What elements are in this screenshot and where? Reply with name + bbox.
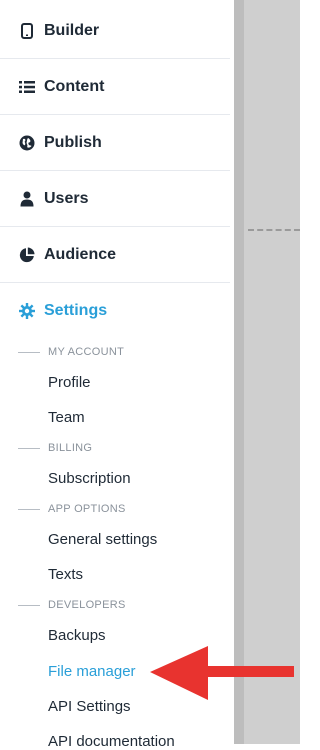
settings-item-file-manager[interactable]: File manager	[48, 663, 136, 680]
nav-item-audience[interactable]: Audience	[0, 227, 230, 283]
nav-item-publish[interactable]: Publish	[0, 115, 230, 171]
section-heading-label: DEVELOPERS	[48, 599, 126, 611]
settings-item-subscription[interactable]: Subscription	[48, 470, 131, 487]
settings-item-profile[interactable]: Profile	[48, 374, 91, 391]
nav-item-label: Publish	[44, 133, 102, 151]
nav-item-label: Users	[44, 189, 89, 207]
gear-icon	[18, 302, 36, 320]
list-icon	[18, 78, 36, 96]
settings-item-general-settings[interactable]: General settings	[48, 531, 157, 548]
section-heading-billing: BILLING	[18, 442, 92, 454]
nav-item-users[interactable]: Users	[0, 171, 230, 227]
divider	[18, 447, 40, 449]
nav-item-content[interactable]: Content	[0, 59, 230, 115]
settings-item-backups[interactable]: Backups	[48, 627, 106, 644]
nav-item-builder[interactable]: Builder	[0, 3, 230, 59]
sidebar: Builder Content Publish Users Audience S…	[0, 0, 234, 750]
nav-item-settings[interactable]: Settings	[0, 283, 230, 339]
settings-item-api-documentation[interactable]: API documentation	[48, 733, 175, 750]
divider	[18, 351, 40, 353]
nav-item-label: Settings	[44, 302, 108, 319]
section-heading-label: BILLING	[48, 442, 93, 454]
section-heading-developers: DEVELOPERS	[18, 599, 126, 611]
settings-item-texts[interactable]: Texts	[48, 566, 83, 583]
tablet-icon	[18, 22, 36, 40]
settings-item-api-settings[interactable]: API Settings	[48, 698, 131, 715]
settings-item-team[interactable]: Team	[48, 409, 85, 426]
section-heading-my-account: MY ACCOUNT	[18, 346, 124, 358]
globe-icon	[18, 134, 36, 152]
dashed-divider	[248, 229, 300, 231]
nav-item-label: Builder	[44, 21, 100, 39]
pie-chart-icon	[18, 246, 36, 264]
divider	[18, 604, 40, 606]
section-heading-app-options: APP OPTIONS	[18, 503, 126, 515]
section-heading-label: APP OPTIONS	[48, 503, 126, 515]
nav-item-label: Audience	[44, 245, 117, 263]
arrow-annotation-icon	[150, 646, 294, 700]
nav-item-label: Content	[44, 77, 105, 95]
scrollbar[interactable]	[234, 0, 244, 744]
user-icon	[18, 190, 36, 208]
section-heading-label: MY ACCOUNT	[48, 346, 125, 358]
divider	[18, 508, 40, 510]
